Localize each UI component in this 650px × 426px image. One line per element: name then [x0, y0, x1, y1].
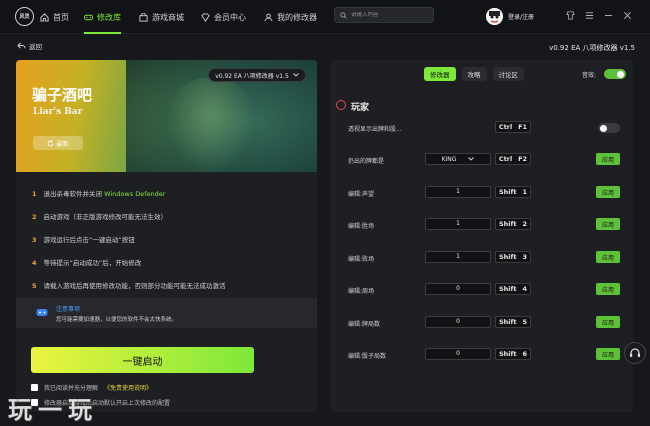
chevron-down-icon [468, 157, 475, 161]
row-label-thrown-cards: 扔出的牌都是 [348, 158, 385, 165]
left-panel: 骗子酒吧 Liar's Bar 最新 v0.92 EA 八项修改器 v1.5 1… [16, 60, 317, 412]
trainer-panel: 修改器 攻略 讨论区 音效: 玩家 透视显示出牌和股... Ctrl F1 扔出的… [330, 60, 633, 412]
back-arrow-icon [17, 42, 26, 49]
version-select[interactable]: v0.92 EA 八项修改器 v1.5 [208, 68, 306, 82]
tab-guide[interactable]: 攻略 [461, 67, 487, 81]
disclaimer-link[interactable]: 《免责使用说明》 [104, 383, 152, 392]
headset-icon [630, 348, 640, 357]
apply-weekly-button[interactable]: 应用 [596, 283, 620, 295]
row-label-weekly: 编辑:周场 [348, 288, 375, 295]
nav-store-label: 游戏商城 [152, 12, 184, 22]
player-section-icon [336, 100, 346, 110]
hotkey-card-games[interactable]: Shift 5 [495, 316, 531, 328]
tab-trainer[interactable]: 修改器 [424, 67, 456, 81]
nav-vip-label: 会员中心 [214, 12, 246, 22]
nav-my-trainers[interactable]: 我的修改器 [264, 0, 317, 34]
row-label-dice-games: 编辑:骰子局数 [348, 353, 387, 360]
app-logo[interactable]: 风灵 [15, 7, 34, 26]
notice-title: 注意事项 [56, 306, 81, 313]
losses-input[interactable]: 1 [425, 251, 491, 263]
store-icon [139, 12, 148, 22]
search-box[interactable] [334, 7, 434, 23]
nav-mod-library-label: 修改库 [97, 12, 121, 22]
minimize-icon[interactable] [603, 11, 613, 21]
step-5: 5 请载入游戏后再使用修改功能，否则部分功能可能无法成功激活 [32, 282, 226, 290]
hotkey-reputation[interactable]: Shift 1 [495, 186, 531, 198]
search-icon [340, 11, 347, 19]
nav-my-trainers-label: 我的修改器 [277, 12, 317, 22]
gamepad-notice-icon [36, 309, 48, 316]
apply-reputation-button[interactable]: 应用 [596, 186, 620, 198]
apply-dice-games-button[interactable]: 应用 [596, 348, 620, 360]
chevron-down-icon [292, 73, 299, 77]
sound-label: 音效: [582, 72, 597, 79]
esp-toggle[interactable] [598, 123, 620, 133]
step-3: 3 游戏运行后点击“一键启动”按钮 [32, 236, 135, 244]
home-icon [40, 12, 49, 22]
user-tool-icon [264, 13, 273, 21]
wins-input[interactable]: 1 [425, 218, 491, 230]
game-title-en: Liar's Bar [33, 107, 83, 117]
close-icon[interactable] [622, 11, 632, 21]
step-2: 2 启动游戏（非正版游戏修改可能无法生效） [32, 213, 168, 221]
customer-support-button[interactable] [624, 342, 646, 364]
apply-losses-button[interactable]: 应用 [596, 251, 620, 263]
apply-thrown-cards-button[interactable]: 应用 [596, 153, 620, 165]
hotkey-weekly[interactable]: Shift 4 [495, 283, 531, 295]
one-click-launch-button[interactable]: 一键启动 [31, 347, 254, 373]
avatar-face-icon [486, 8, 503, 25]
row-label-wins: 编辑:胜场 [348, 223, 375, 230]
refresh-latest-button[interactable]: 最新 [33, 136, 83, 150]
nav-store[interactable]: 游戏商城 [139, 0, 184, 34]
hotkey-dice-games[interactable]: Shift 6 [495, 348, 531, 360]
row-label-reputation: 编辑:声望 [348, 191, 375, 198]
top-bar: 风灵 首页 修改库 游戏商城 会员中心 我的修改器 登录/注册 [0, 0, 650, 34]
step-1: 1 退出杀毒软件并关闭 Windows Defender [32, 190, 166, 198]
reputation-input[interactable]: 1 [425, 186, 491, 198]
nav-home-label: 首页 [53, 12, 69, 22]
tab-discussion[interactable]: 讨论区 [492, 67, 524, 81]
watermark: 玩一玩 [8, 396, 98, 424]
apply-wins-button[interactable]: 应用 [596, 218, 620, 230]
trainer-version: v0.92 EA 八项修改器 v1.5 [549, 44, 635, 52]
notice-text: 您可能需要加速器，以便您的软件不会太快系统。 [56, 317, 178, 323]
thrown-cards-dropdown[interactable]: KING [425, 153, 491, 165]
nav-mod-library[interactable]: 修改库 [84, 0, 121, 34]
refresh-label: 最新 [56, 140, 69, 148]
gamepad-icon [84, 14, 93, 20]
nav-home[interactable]: 首页 [40, 0, 69, 34]
back-label: 返回 [29, 43, 42, 51]
row-label-losses: 编辑:败场 [348, 256, 375, 263]
version-select-label: v0.92 EA 八项修改器 v1.5 [215, 72, 289, 80]
nav-vip[interactable]: 会员中心 [201, 0, 246, 34]
hotkey-losses[interactable]: Shift 3 [495, 251, 531, 263]
game-banner: 骗子酒吧 Liar's Bar 最新 v0.92 EA 八项修改器 v1.5 [16, 60, 317, 172]
menu-icon[interactable] [584, 11, 594, 21]
back-button[interactable]: 返回 [17, 41, 42, 51]
section-title: 玩家 [351, 103, 370, 113]
sound-toggle[interactable] [604, 69, 626, 79]
hotkey-esp[interactable]: Ctrl F1 [495, 121, 531, 133]
avatar[interactable] [486, 8, 503, 25]
banner-character [166, 78, 256, 172]
refresh-icon [48, 139, 54, 146]
weekly-input[interactable]: 0 [425, 283, 491, 295]
card-games-input[interactable]: 0 [425, 316, 491, 328]
row-label-esp: 透视显示出牌和股... [348, 126, 402, 133]
apply-card-games-button[interactable]: 应用 [596, 316, 620, 328]
step-4: 4 等待提示“启动成功”后，开始修改 [32, 259, 142, 267]
game-title-cn: 骗子酒吧 [32, 86, 93, 104]
login-link[interactable]: 登录/注册 [508, 12, 534, 21]
panel-tabs: 修改器 攻略 讨论区 [424, 67, 524, 81]
skin-icon[interactable] [565, 11, 575, 21]
vip-icon [201, 12, 210, 22]
hotkey-wins[interactable]: Shift 2 [495, 218, 531, 230]
notice-box: 注意事项 您可能需要加速器，以便您的软件不会太快系统。 [16, 298, 317, 328]
dice-games-input[interactable]: 0 [425, 348, 491, 360]
hotkey-thrown-cards[interactable]: Ctrl F2 [495, 153, 531, 165]
search-input[interactable] [351, 12, 431, 18]
row-label-card-games: 编辑:牌局数 [348, 321, 381, 328]
